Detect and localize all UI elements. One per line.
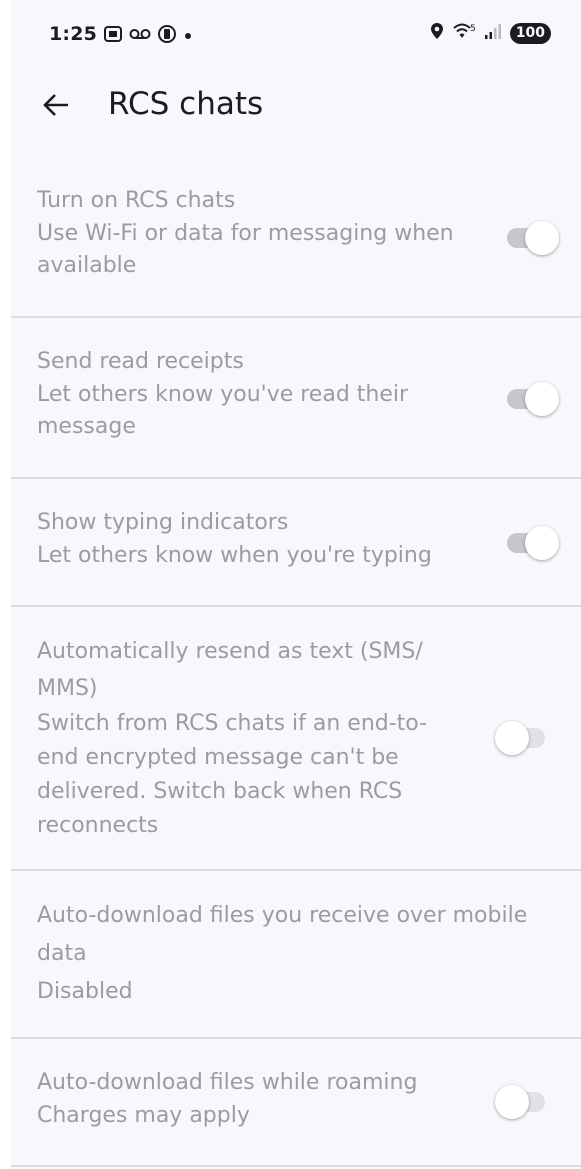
screen: 1:25 5 100 RCS chats Turn on RCS chats U… — [11, 0, 581, 1169]
setting-title: Automatically resend as text (SMS/ MMS) — [37, 639, 423, 701]
setting-text: Send read receipts Let others know you'v… — [37, 344, 467, 443]
setting-summary: Switch from RCS chats if an end-to-end e… — [37, 711, 428, 838]
status-bar: 1:25 5 100 — [11, 0, 581, 66]
setting-text: Show typing indicators Let others know w… — [37, 505, 497, 572]
arrow-back-icon — [43, 94, 68, 116]
setting-summary: Use Wi-Fi or data for messaging when ava… — [37, 221, 454, 278]
setting-auto-download-roaming[interactable]: Auto-download files while roaming Charge… — [11, 1039, 581, 1167]
signal-icon — [484, 23, 502, 44]
toggle-thumb — [495, 721, 529, 755]
wifi-icon: 5 — [452, 22, 476, 45]
setting-title: Send read receipts — [37, 349, 244, 374]
app-bar: RCS chats — [11, 66, 581, 146]
screenshot-icon — [103, 25, 123, 48]
setting-title: Turn on RCS chats — [37, 188, 236, 213]
status-right-icons: 5 100 — [430, 22, 551, 45]
page-title: RCS chats — [108, 86, 264, 122]
toggle-thumb — [525, 526, 559, 560]
setting-text: Auto-download files while roaming Charge… — [37, 1065, 497, 1132]
setting-title: Show typing indicators — [37, 510, 289, 535]
typing-indicators-toggle[interactable] — [507, 526, 559, 560]
toggle-thumb — [525, 221, 559, 255]
setting-summary: Disabled — [37, 979, 133, 1004]
setting-turn-on-rcs[interactable]: Turn on RCS chats Use Wi-Fi or data for … — [11, 146, 581, 318]
toggle-thumb — [495, 1085, 529, 1119]
setting-auto-resend-sms[interactable]: Automatically resend as text (SMS/ MMS) … — [11, 607, 581, 871]
status-time: 1:25 — [49, 23, 98, 45]
setting-typing-indicators[interactable]: Show typing indicators Let others know w… — [11, 479, 581, 607]
setting-read-receipts[interactable]: Send read receipts Let others know you'v… — [11, 318, 581, 479]
turn-on-rcs-toggle[interactable] — [507, 221, 559, 255]
dot-icon — [183, 28, 193, 46]
setting-title: Auto-download files you receive over mob… — [37, 903, 528, 966]
voicemail-icon — [129, 27, 151, 46]
setting-summary: Charges may apply — [37, 1103, 250, 1128]
auto-download-roaming-toggle[interactable] — [495, 1085, 549, 1119]
setting-auto-download-mobile[interactable]: Auto-download files you receive over mob… — [11, 871, 581, 1039]
toggle-thumb — [525, 382, 559, 416]
wifi-badge: 5 — [470, 24, 476, 34]
setting-text: Automatically resend as text (SMS/ MMS) … — [37, 633, 452, 843]
status-left-icons — [103, 24, 193, 49]
setting-title: Auto-download files while roaming — [37, 1070, 418, 1095]
read-receipts-toggle[interactable] — [507, 382, 559, 416]
auto-resend-sms-toggle[interactable] — [495, 721, 549, 755]
battery-indicator: 100 — [509, 23, 551, 44]
setting-text: Turn on RCS chats Use Wi-Fi or data for … — [37, 183, 467, 282]
location-icon — [430, 22, 444, 45]
setting-text: Auto-download files you receive over mob… — [37, 897, 567, 1011]
data-saver-icon — [157, 24, 177, 49]
back-button[interactable] — [38, 87, 74, 123]
setting-summary: Let others know when you're typing — [37, 543, 432, 568]
setting-summary: Let others know you've read their messag… — [37, 382, 409, 439]
